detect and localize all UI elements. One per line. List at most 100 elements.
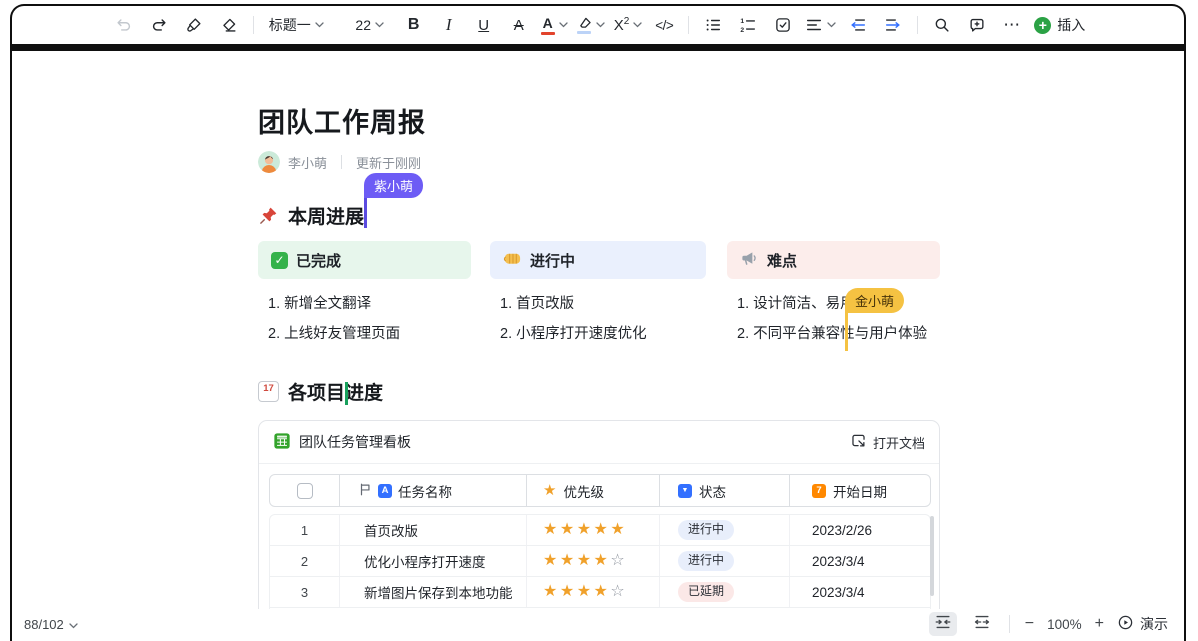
status-cell[interactable]: 已延期 (660, 577, 790, 607)
highlight-button[interactable] (577, 12, 605, 38)
zoom-out-button[interactable]: − (1025, 615, 1034, 633)
table-row[interactable]: 1 首页改版 ★★★★★ 进行中 2023/2/26 (270, 515, 930, 546)
superscript-button[interactable]: X2 (614, 12, 643, 38)
chevron-down-icon (827, 22, 836, 28)
card-title-group: 团队任务管理看板 (273, 432, 411, 453)
undo-button[interactable] (111, 12, 137, 38)
status-box-done[interactable]: ✓ 已完成 (258, 241, 471, 279)
full-width-button[interactable] (970, 612, 994, 636)
page-indicator[interactable]: 88/102 (24, 617, 78, 632)
document-title[interactable]: 团队工作周报 (258, 101, 426, 140)
open-document-label: 打开文档 (873, 433, 925, 452)
select-all-checkbox[interactable] (297, 483, 313, 499)
font-size-select[interactable]: 22 (348, 12, 392, 38)
task-name-cell[interactable]: 优化小程序打开速度 (340, 546, 527, 576)
more-button[interactable]: ⋯ (999, 12, 1025, 38)
insert-button[interactable]: + 插入 (1034, 12, 1085, 38)
column-header-name[interactable]: A 任务名称 (340, 475, 527, 506)
embedded-table-card[interactable]: 团队任务管理看板 打开文档 A 任务名称 ★ (258, 420, 940, 641)
fit-width-button[interactable] (929, 612, 957, 636)
chevron-down-icon (559, 22, 568, 28)
todo-list-button[interactable] (770, 12, 796, 38)
collaborator-cursor-label-purple: 紫小萌 (364, 173, 423, 198)
status-badge: 进行中 (678, 551, 734, 572)
code-button[interactable]: </> (651, 12, 677, 38)
author-name: 李小萌 (288, 153, 327, 172)
present-button[interactable]: 演示 (1117, 614, 1168, 634)
highlighter-icon (577, 17, 592, 34)
redo-button[interactable] (146, 12, 172, 38)
search-icon (933, 16, 951, 34)
star-icon: ★ (543, 483, 556, 498)
comment-button[interactable] (964, 12, 990, 38)
chevron-down-icon (69, 617, 78, 632)
task-name-cell[interactable]: 首页改版 (340, 515, 527, 545)
list-item[interactable]: 2. 不同平台兼容性与用户体验 (727, 319, 940, 349)
priority-cell[interactable]: ★★★★☆ (527, 546, 660, 576)
numbered-list-button[interactable]: 12 (735, 12, 761, 38)
date-cell[interactable]: 2023/3/4 (790, 577, 930, 607)
toolbar-divider (253, 16, 254, 34)
eraser-icon (220, 16, 238, 34)
list-item[interactable]: 1. 首页改版 (490, 289, 703, 319)
table-row[interactable]: 2 优化小程序打开速度 ★★★★☆ 进行中 2023/3/4 (270, 546, 930, 577)
zoom-level[interactable]: 100% (1047, 617, 1082, 632)
done-list: 1. 新增全文翻译 2. 上线好友管理页面 (258, 289, 471, 349)
outdent-button[interactable] (845, 12, 871, 38)
section-heading-weekly-progress[interactable]: 本周进展 (258, 202, 364, 229)
select-field-badge: ▼ (678, 484, 692, 498)
search-button[interactable] (929, 12, 955, 38)
open-in-new-icon (850, 432, 867, 452)
column-header-date[interactable]: 7 开始日期 (790, 475, 930, 506)
bold-button[interactable]: B (401, 12, 427, 38)
numbered-list-icon: 12 (739, 16, 757, 34)
list-item[interactable]: 2. 上线好友管理页面 (258, 319, 471, 349)
priority-cell[interactable]: ★★★★☆ (527, 577, 660, 607)
comment-plus-icon (968, 16, 986, 34)
column-header-priority[interactable]: ★ 优先级 (527, 475, 660, 506)
card-header: 团队任务管理看板 打开文档 (259, 421, 939, 463)
eraser-button[interactable] (216, 12, 242, 38)
section-title: 各项目进度 (288, 378, 383, 405)
heading-style-select[interactable]: 标题一 (265, 12, 339, 38)
status-box-label: 难点 (767, 250, 797, 271)
row-index: 3 (270, 577, 340, 607)
table-row[interactable]: 3 新增图片保存到本地功能 ★★★★☆ 已延期 2023/3/4 (270, 577, 930, 608)
document-canvas[interactable]: 团队工作周报 李小萌 更新于刚刚 紫小萌 金小萌 本周进展 ✓ 已完成 (12, 51, 1184, 641)
underline-button[interactable]: U (471, 12, 497, 38)
insert-label: 插入 (1057, 15, 1085, 35)
list-item[interactable]: 1. 新增全文翻译 (258, 289, 471, 319)
toolbar-divider (688, 16, 689, 34)
zoom-in-button[interactable]: + (1095, 615, 1104, 633)
star-rating: ★★★★★ (543, 522, 627, 538)
open-document-button[interactable]: 打开文档 (850, 432, 925, 452)
pushpin-icon (258, 205, 279, 226)
date-cell[interactable]: 2023/3/4 (790, 546, 930, 576)
task-name-cell[interactable]: 新增图片保存到本地功能 (340, 577, 527, 607)
chevron-down-icon (315, 22, 324, 28)
bullet-list-button[interactable] (700, 12, 726, 38)
toolbar-document-divider (12, 44, 1184, 51)
section-heading-project-progress[interactable]: 17 各项目进度 (258, 378, 383, 405)
priority-cell[interactable]: ★★★★★ (527, 515, 660, 545)
column-header-status[interactable]: ▼ 状态 (660, 475, 790, 506)
card-title: 团队任务管理看板 (299, 432, 411, 452)
indent-button[interactable] (880, 12, 906, 38)
italic-button[interactable]: I (436, 12, 462, 38)
font-color-button[interactable]: A (541, 12, 568, 38)
format-painter-button[interactable] (181, 12, 207, 38)
full-width-icon (973, 613, 991, 636)
align-button[interactable] (805, 12, 836, 38)
strikethrough-button[interactable]: A (506, 12, 532, 38)
status-box-issues[interactable]: 难点 (727, 241, 940, 279)
text-field-badge: A (378, 484, 392, 498)
status-box-doing[interactable]: 进行中 (490, 241, 706, 279)
list-item[interactable]: 2. 小程序打开速度优化 (490, 319, 703, 349)
date-cell[interactable]: 2023/2/26 (790, 515, 930, 545)
table-scrollbar[interactable] (930, 516, 934, 596)
status-cell[interactable]: 进行中 (660, 546, 790, 576)
status-cell[interactable]: 进行中 (660, 515, 790, 545)
superscript-glyph: X2 (614, 16, 630, 34)
author-avatar[interactable] (258, 151, 280, 173)
list-item[interactable]: 1. 设计简洁、易用 (727, 289, 940, 319)
